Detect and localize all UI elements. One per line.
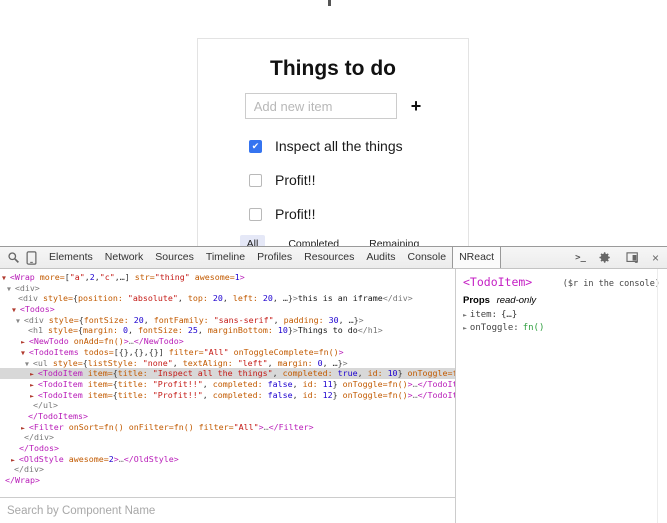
todo-item-label: Inspect all the things: [275, 138, 403, 154]
react-component-tree: ▼ <Wrap more=["a",2,"c",…] str="thing" a…: [0, 269, 455, 497]
tree-row[interactable]: ► <Filter onSort=fn() onFilter=fn() filt…: [0, 422, 455, 433]
tab-network[interactable]: Network: [99, 247, 150, 268]
add-item-row: +: [198, 93, 468, 119]
devtools-toolbar: ElementsNetworkSourcesTimelineProfilesRe…: [0, 247, 667, 269]
tree-row[interactable]: ▼ <TodoItems todos=[{},{},{}] filter="Al…: [0, 347, 455, 358]
tab-resources[interactable]: Resources: [298, 247, 360, 268]
todo-checkbox[interactable]: ✔: [249, 140, 262, 153]
props-panel: <TodoItem> ($r in the console) Props rea…: [455, 269, 667, 523]
devtools-tabs: ElementsNetworkSourcesTimelineProfilesRe…: [43, 247, 501, 268]
tab-profiles[interactable]: Profiles: [251, 247, 298, 268]
todo-item: Profit!!: [198, 163, 468, 197]
tab-timeline[interactable]: Timeline: [200, 247, 251, 268]
add-item-input[interactable]: [245, 93, 397, 119]
tab-sources[interactable]: Sources: [149, 247, 200, 268]
component-search-bar: [0, 497, 455, 523]
tree-row[interactable]: ▼ <ul style={listStyle: "none", textAlig…: [0, 358, 455, 369]
filter-remaining[interactable]: Remaining: [362, 235, 426, 246]
tree-row[interactable]: ▼ <Wrap more=["a",2,"c",…] str="thing" a…: [0, 272, 455, 283]
screenshot-root: Things to do + ✔ Inspect all the things Pr…: [0, 0, 667, 523]
todo-item-label: Profit!!: [275, 172, 315, 188]
device-mode-icon[interactable]: [22, 251, 40, 265]
prop-key: onToggle:: [470, 323, 519, 333]
add-item-button[interactable]: +: [411, 97, 422, 115]
selected-component-tag: <TodoItem>: [463, 275, 532, 289]
prop-row[interactable]: ►item: {…}: [463, 309, 660, 322]
expand-arrow-icon[interactable]: ►: [463, 311, 467, 319]
tab-audits[interactable]: Audits: [360, 247, 401, 268]
props-list: ►item: {…} ►onToggle: fn(): [463, 309, 660, 335]
tree-row[interactable]: ► <OldStyle awesome=2>…</OldStyle>: [0, 454, 455, 465]
todo-list: ✔ Inspect all the things Profit!! Profit!!: [198, 129, 468, 231]
props-panel-header: <TodoItem> ($r in the console): [463, 275, 660, 289]
todo-app-iframe: Things to do + ✔ Inspect all the things Pr…: [197, 38, 469, 246]
tree-row[interactable]: </Todos>: [0, 443, 455, 454]
caret-mark: [328, 0, 331, 6]
tree-row[interactable]: </div>: [0, 464, 455, 475]
filter-all[interactable]: All: [240, 235, 266, 246]
devtools-panel: ElementsNetworkSourcesTimelineProfilesRe…: [0, 246, 667, 523]
tree-row[interactable]: ► <TodoItem item={title: "Profit!!", com…: [0, 379, 455, 390]
todo-item-label: Profit!!: [275, 206, 315, 222]
toolbar-right-icons: >_ ×: [575, 251, 659, 264]
tree-row[interactable]: </TodoItems>: [0, 411, 455, 422]
tree-row[interactable]: ► <TodoItem item={title: "Profit!!", com…: [0, 390, 455, 401]
tree-pane: ▼ <Wrap more=["a",2,"c",…] str="thing" a…: [0, 269, 455, 523]
browser-page: Things to do + ✔ Inspect all the things Pr…: [0, 0, 667, 246]
settings-gear-icon[interactable]: [596, 251, 614, 264]
tree-row[interactable]: ▼ <Todos>: [0, 304, 455, 315]
tree-row[interactable]: ► <NewTodo onAdd=fn()>…</NewTodo>: [0, 336, 455, 347]
expand-arrow-icon[interactable]: ►: [463, 324, 467, 332]
console-hint: ($r in the console): [563, 279, 660, 289]
dock-side-icon[interactable]: [624, 252, 642, 264]
close-icon[interactable]: ×: [652, 252, 659, 264]
props-label: Props: [463, 295, 490, 306]
tree-row[interactable]: <div style={position: "absolute", top: 2…: [0, 293, 455, 304]
todo-checkbox[interactable]: [249, 174, 262, 187]
console-drawer-icon[interactable]: >_: [575, 253, 586, 263]
props-mode: read-only: [497, 295, 537, 306]
tree-row[interactable]: ► <TodoItem item={title: "Inspect all th…: [0, 368, 455, 379]
tree-row[interactable]: </div>: [0, 432, 455, 443]
tree-row[interactable]: <h1 style={margin: 0, fontSize: 25, marg…: [0, 325, 455, 336]
tab-nreact[interactable]: NReact: [452, 247, 501, 268]
todo-title: Things to do: [198, 57, 468, 81]
tab-elements[interactable]: Elements: [43, 247, 99, 268]
prop-value: fn(): [523, 323, 545, 333]
props-heading: Props read-only: [463, 295, 660, 306]
todo-item: Profit!!: [198, 197, 468, 231]
tree-row[interactable]: </Wrap>: [0, 475, 455, 486]
tab-console[interactable]: Console: [402, 247, 453, 268]
prop-value: {…}: [501, 310, 517, 320]
tree-row[interactable]: ▼ <div style={fontSize: 20, fontFamily: …: [0, 315, 455, 326]
todo-filters: All Completed Remaining: [198, 235, 468, 246]
devtools-main: ▼ <Wrap more=["a",2,"c",…] str="thing" a…: [0, 269, 667, 523]
todo-item: ✔ Inspect all the things: [198, 129, 468, 163]
component-search-input[interactable]: [0, 498, 455, 523]
prop-row[interactable]: ►onToggle: fn(): [463, 322, 660, 335]
filter-completed[interactable]: Completed: [281, 235, 346, 246]
inspect-element-icon[interactable]: [4, 251, 22, 264]
prop-key: item:: [470, 310, 497, 320]
tree-row[interactable]: ▼ <div>: [0, 283, 455, 294]
tree-row[interactable]: </ul>: [0, 400, 455, 411]
todo-checkbox[interactable]: [249, 208, 262, 221]
